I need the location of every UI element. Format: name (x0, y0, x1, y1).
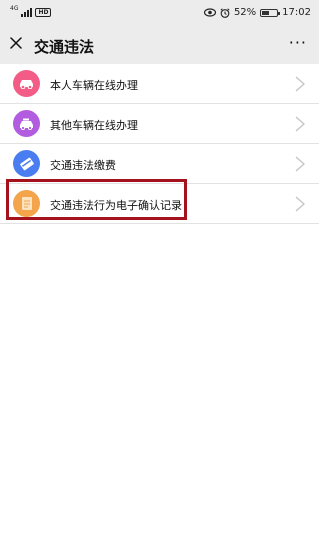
network-type-label: 4G (10, 4, 19, 12)
status-right: 52% 17:02 (203, 7, 311, 18)
alarm-clock-icon (220, 7, 230, 18)
close-icon[interactable] (9, 36, 23, 50)
list-item-label: 交通违法行为电子确认记录 (50, 199, 182, 212)
list-item-label: 其他车辆在线办理 (50, 119, 138, 132)
page-title: 交通违法 (34, 38, 95, 56)
payment-card-icon (13, 150, 40, 177)
nav-bar: 交通违法 ··· (0, 26, 319, 64)
clock-time: 17:02 (282, 7, 311, 18)
list-item-electronic-confirmation[interactable]: 交通违法行为电子确认记录 (0, 184, 319, 224)
list-item-label: 本人车辆在线办理 (50, 79, 138, 92)
battery-percent: 52% (233, 7, 257, 18)
document-icon (13, 190, 40, 217)
chevron-right-icon (295, 156, 305, 172)
eye-icon (203, 8, 216, 17)
hd-badge: HD (35, 8, 52, 17)
signal-icon (21, 8, 33, 17)
chevron-right-icon (295, 76, 305, 92)
car-icon (13, 70, 40, 97)
car-icon (13, 110, 40, 137)
list-item-own-vehicle[interactable]: 本人车辆在线办理 (0, 64, 319, 104)
status-left: 4G HD (10, 4, 52, 17)
service-list: 本人车辆在线办理 其他车辆在线办理 交通违法缴费 交通违法行为电子确认记录 (0, 64, 319, 224)
battery-fill (262, 10, 270, 15)
status-bar: 4G HD 52% 17:02 (0, 0, 319, 26)
list-item-label: 交通违法缴费 (50, 159, 116, 172)
battery-icon (260, 8, 281, 17)
chevron-right-icon (295, 196, 305, 212)
chevron-right-icon (295, 116, 305, 132)
more-menu-icon[interactable]: ··· (289, 35, 307, 51)
list-item-violation-payment[interactable]: 交通违法缴费 (0, 144, 319, 184)
list-item-other-vehicle[interactable]: 其他车辆在线办理 (0, 104, 319, 144)
